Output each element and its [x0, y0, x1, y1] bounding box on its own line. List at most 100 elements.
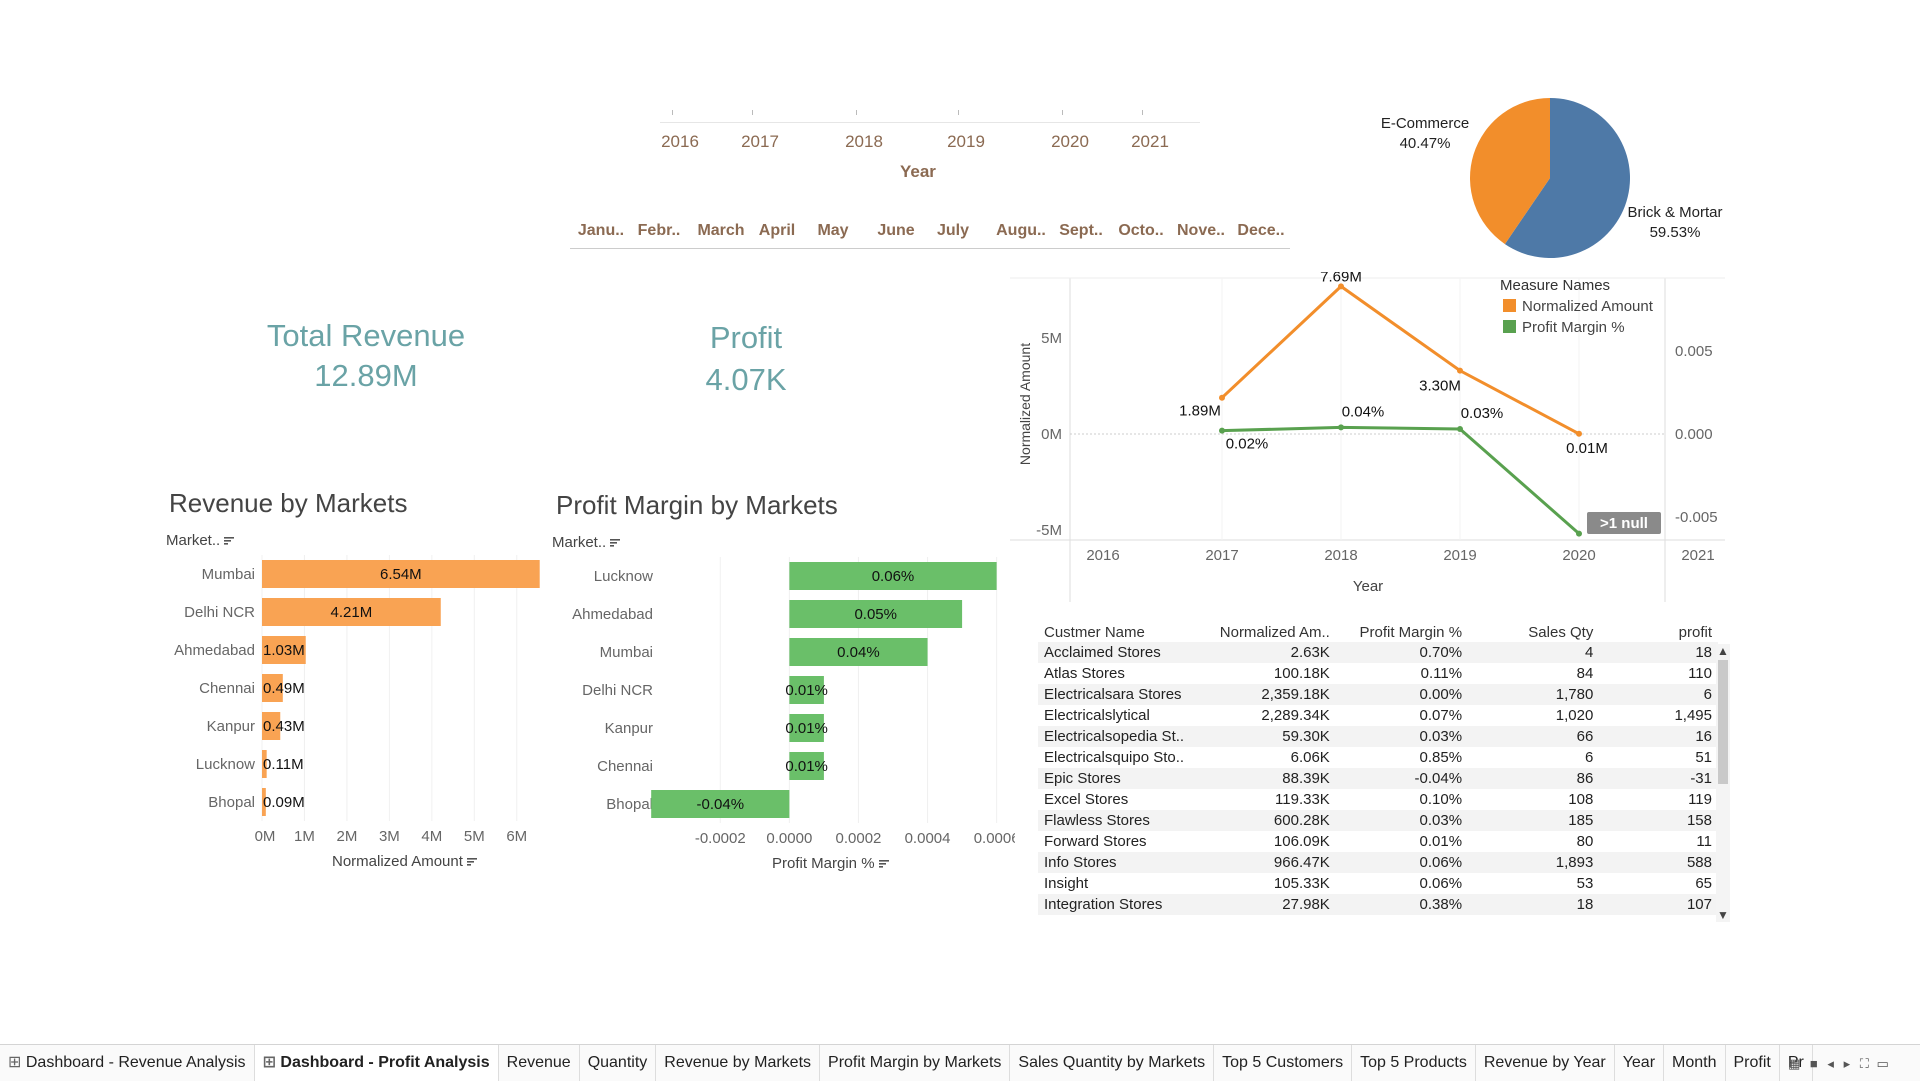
profit-margin-bar-value: -0.04% — [697, 796, 745, 813]
prev-tab-icon[interactable]: ◂ — [1827, 1056, 1834, 1071]
sort-icon[interactable] — [224, 537, 235, 545]
scroll-up-arrow[interactable]: ▲ — [1716, 644, 1730, 658]
year-tick-mark — [1142, 110, 1145, 115]
data-point[interactable] — [1576, 530, 1582, 537]
profit-margin-by-markets-chart[interactable]: Lucknow 0.06% Ahmedabad 0.05% Mumbai 0.04% Del… — [545, 545, 1015, 875]
month-option[interactable]: April — [746, 222, 808, 240]
sheet-tab[interactable]: ⊞ Dashboard - Revenue Analysis — [0, 1045, 255, 1081]
month-option[interactable]: Dece.. — [1230, 222, 1292, 240]
table-row[interactable]: Electricalslytical 2,289.34K 0.07% 1,020 1,4… — [1038, 705, 1718, 726]
month-option[interactable]: July — [922, 222, 984, 240]
year-option[interactable]: 2020 — [1040, 132, 1100, 152]
data-label: 0.01M — [1566, 440, 1608, 457]
year-filter-axis — [660, 122, 1200, 123]
table-cell: 0.07% — [1419, 707, 1463, 724]
sheet-tab[interactable]: Revenue by Year — [1476, 1045, 1615, 1081]
data-point[interactable] — [1457, 426, 1463, 433]
year-option[interactable]: 2017 — [730, 132, 790, 152]
table-cell: 108 — [1568, 791, 1594, 808]
year-filter[interactable]: 2016 2017 2018 2019 2020 2021 Year — [650, 110, 1210, 190]
grid-view-icon[interactable]: ▦ — [1788, 1056, 1800, 1071]
year-option[interactable]: 2016 — [650, 132, 710, 152]
table-row[interactable]: Flawless Stores 600.28K 0.03% 185 158 — [1038, 810, 1718, 831]
series-line-profit-margin[interactable] — [1221, 425, 1580, 535]
sheet-tab[interactable]: Top 5 Products — [1352, 1045, 1476, 1081]
sheet-tab[interactable]: Top 5 Customers — [1214, 1045, 1353, 1081]
yaxis-tick: 0M — [1041, 426, 1062, 443]
filmstrip-icon[interactable]: ■ — [1810, 1056, 1818, 1071]
table-row[interactable]: Electricalsara Stores 2,359.18K 0.00% 1,780… — [1038, 684, 1718, 705]
sheet-tab[interactable]: Month — [1664, 1045, 1726, 1081]
legend-item[interactable]: Normalized Amount — [1522, 298, 1654, 315]
sheet-tab[interactable]: Revenue by Markets — [656, 1045, 821, 1081]
sheet-tab[interactable]: Year — [1615, 1045, 1665, 1081]
data-point[interactable] — [1457, 367, 1463, 374]
month-option[interactable]: June — [865, 222, 927, 240]
market-label: Lucknow — [594, 568, 653, 585]
month-option[interactable]: May — [802, 222, 864, 240]
channel-pie-chart[interactable]: E-Commerce 40.47% Brick & Mortar 59.53% — [1370, 90, 1740, 270]
year-tick-mark — [672, 110, 675, 115]
fullscreen-icon[interactable]: ⛶ — [1860, 1056, 1869, 1071]
table-row[interactable]: Epic Stores 88.39K -0.04% 86 -31 — [1038, 768, 1718, 789]
table-row[interactable]: Excel Stores 119.33K 0.10% 108 119 — [1038, 789, 1718, 810]
table-cell: 16 — [1599, 726, 1718, 747]
month-option[interactable]: Octo.. — [1110, 222, 1172, 240]
sheet-tab-label: Dashboard - Profit Analysis — [280, 1054, 490, 1071]
month-option[interactable]: March — [690, 222, 752, 240]
sort-icon[interactable] — [878, 860, 889, 868]
legend-swatch[interactable] — [1503, 299, 1516, 312]
table-row[interactable]: Forward Stores 106.09K 0.01% 80 11 — [1038, 831, 1718, 852]
profit-xaxis-title: Profit Margin % — [772, 855, 889, 872]
scroll-thumb[interactable] — [1718, 660, 1728, 784]
data-point[interactable] — [1219, 427, 1225, 434]
table-row[interactable]: Info Stores 966.47K 0.06% 1,893 588 — [1038, 852, 1718, 873]
column-header[interactable]: Custmer Name — [1038, 622, 1199, 642]
sheet-tab[interactable]: Quantity — [580, 1045, 657, 1081]
month-option[interactable]: Janu.. — [570, 222, 632, 240]
table-row[interactable]: Electricalsopedia St.. 59.30K 0.03% 66 16 — [1038, 726, 1718, 747]
table-cell: 0.03% — [1335, 810, 1469, 831]
revenue-by-markets-chart[interactable]: Mumbai 6.54M Delhi NCR 4.21M Ahmedabad 1.03M C… — [140, 545, 550, 875]
sheet-tab[interactable]: Profit — [1726, 1045, 1780, 1081]
market-label: Bhopal — [208, 794, 255, 811]
year-option[interactable]: 2018 — [834, 132, 894, 152]
column-header[interactable]: Sales Qty — [1468, 622, 1599, 642]
table-row[interactable]: Electricalsquipo Sto.. 6.06K 0.85% 6 51 — [1038, 747, 1718, 768]
table-cell: 84 — [1576, 665, 1594, 682]
scroll-down-arrow[interactable]: ▼ — [1716, 908, 1730, 922]
month-option[interactable]: Nove.. — [1170, 222, 1232, 240]
month-option[interactable]: Augu.. — [990, 222, 1052, 240]
table-row[interactable]: Atlas Stores 100.18K 0.11% 84 110 — [1038, 663, 1718, 684]
column-header[interactable]: profit — [1599, 622, 1718, 642]
data-point[interactable] — [1576, 430, 1582, 437]
sheet-tab[interactable]: Profit Margin by Markets — [820, 1045, 1011, 1081]
sheet-tab[interactable]: Revenue — [499, 1045, 580, 1081]
month-option[interactable]: Febr.. — [628, 222, 690, 240]
year-option[interactable]: 2019 — [936, 132, 996, 152]
column-header[interactable]: Profit Margin % — [1336, 622, 1468, 642]
sort-icon[interactable] — [466, 858, 477, 866]
data-point[interactable] — [1219, 394, 1225, 401]
sheet-tab[interactable]: Sales Quantity by Markets — [1010, 1045, 1215, 1081]
present-icon[interactable]: ▭ — [1876, 1056, 1888, 1071]
data-point[interactable] — [1338, 424, 1344, 431]
table-scrollbar[interactable]: ▲ ▼ — [1716, 644, 1730, 922]
table-row[interactable]: Acclaimed Stores 2.63K 0.70% 4 18 — [1038, 642, 1718, 663]
column-header[interactable]: Normalized Am.. — [1199, 622, 1336, 642]
next-tab-icon[interactable]: ▸ — [1844, 1056, 1851, 1071]
sheet-tab[interactable]: ⊞ Dashboard - Profit Analysis — [254, 1045, 499, 1081]
revenue-profit-trend-chart[interactable]: 2016 2017 2018 2019 2020 2021 Year 5M 0M -5M Norma… — [1010, 272, 1730, 602]
year-option[interactable]: 2021 — [1120, 132, 1180, 152]
customers-table[interactable]: Custmer Name Normalized Am.. Profit Margin… — [1038, 622, 1732, 922]
table-row[interactable]: Integration Stores 27.98K 0.38% 18 107 — [1038, 894, 1718, 915]
table-row[interactable]: Insight 105.33K 0.06% 53 65 — [1038, 873, 1718, 894]
legend-item[interactable]: Profit Margin % — [1522, 319, 1625, 336]
table-cell: 100.18K — [1273, 665, 1330, 682]
legend-swatch[interactable] — [1503, 320, 1516, 333]
month-filter[interactable]: Janu.. Febr.. March April May June July Augu.. S… — [570, 220, 1290, 249]
month-option[interactable]: Sept.. — [1050, 222, 1112, 240]
customer-name-cell: Integration Stores — [1038, 894, 1200, 915]
revenue-bar-value: 0.09M — [263, 794, 305, 811]
table-cell: 0.70% — [1335, 642, 1469, 663]
